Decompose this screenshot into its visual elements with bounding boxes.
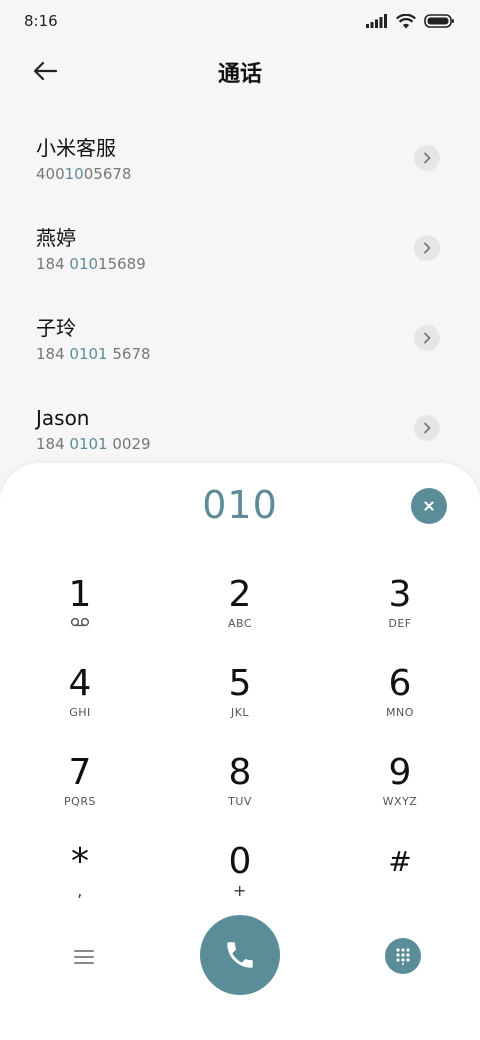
status-time: 8:16: [24, 12, 58, 30]
dialpad-icon: [396, 948, 410, 965]
key-4[interactable]: 4 GHI: [20, 662, 140, 742]
key-digit: 5: [228, 663, 252, 704]
dial-input[interactable]: 010: [0, 483, 480, 527]
key-letters: ,: [77, 881, 83, 900]
key-letters: WXYZ: [382, 795, 418, 808]
number-suffix: 0029: [107, 435, 151, 453]
contact-item[interactable]: Jason 184 0101 0029: [0, 384, 480, 474]
number-match: 10: [64, 165, 84, 183]
chevron-right-icon: [424, 242, 431, 254]
contact-number: 184 0101 5678: [36, 344, 444, 364]
key-6[interactable]: 6 MNO: [340, 662, 460, 742]
key-letters: JKL: [230, 706, 250, 719]
number-prefix: 184: [36, 345, 70, 363]
key-digit: 9: [388, 752, 412, 793]
contact-item[interactable]: 小米客服 4001005678: [0, 114, 480, 204]
key-digit: *: [71, 841, 89, 882]
number-prefix: 184: [36, 255, 70, 273]
chevron-right-icon: [424, 422, 431, 434]
voicemail-icon: [70, 617, 90, 627]
contact-number: 184 0101 0029: [36, 434, 444, 454]
key-digit: 7: [68, 752, 92, 793]
key-letters: PQRS: [64, 795, 96, 808]
number-suffix: 05678: [83, 165, 132, 183]
menu-button[interactable]: [66, 939, 102, 975]
key-letters: GHI: [69, 706, 91, 719]
contact-detail-button[interactable]: [414, 415, 440, 441]
contact-item[interactable]: 燕婷 184 01015689: [0, 204, 480, 294]
contact-detail-button[interactable]: [414, 325, 440, 351]
chevron-right-icon: [424, 152, 431, 164]
signal-icon: [366, 14, 387, 28]
number-match: 0101: [69, 435, 108, 453]
contact-number: 184 01015689: [36, 254, 444, 274]
status-icons: [366, 13, 454, 29]
contact-number: 4001005678: [36, 164, 444, 184]
key-letters: [20, 617, 140, 631]
key-9[interactable]: 9 WXYZ: [340, 751, 460, 831]
key-letters: DEF: [388, 617, 412, 630]
close-icon: [424, 501, 434, 511]
number-match: 0101: [69, 345, 108, 363]
dial-panel: 010 1 2 ABC 3 DEF 4 GHI 5 JKL 6 MNO 7 PQ…: [0, 463, 480, 1040]
contact-name: 小米客服: [36, 136, 116, 160]
key-letters: TUV: [228, 795, 252, 808]
key-digit: 2: [228, 574, 252, 615]
bottom-action-bar: [0, 915, 480, 1005]
number-prefix: 184: [36, 435, 70, 453]
menu-icon: [74, 950, 94, 964]
contact-detail-button[interactable]: [414, 235, 440, 261]
header: 通话: [0, 46, 480, 94]
key-digit: #: [388, 845, 412, 878]
contact-name: Jason: [36, 406, 90, 430]
wifi-icon: [396, 13, 416, 28]
number-suffix: 15689: [98, 255, 146, 273]
page-title: 通话: [217, 62, 262, 87]
number-suffix: 5678: [107, 345, 151, 363]
contact-name: 子玲: [36, 316, 76, 340]
key-digit: 3: [388, 574, 412, 615]
key-letters: +: [233, 881, 247, 900]
key-1[interactable]: 1: [20, 573, 140, 653]
key-hash[interactable]: #: [340, 840, 460, 920]
key-letters: MNO: [386, 706, 414, 719]
key-5[interactable]: 5 JKL: [180, 662, 300, 742]
dialpad-toggle-button[interactable]: [385, 938, 421, 974]
key-2[interactable]: 2 ABC: [180, 573, 300, 653]
key-0[interactable]: 0 +: [180, 840, 300, 920]
chevron-right-icon: [424, 332, 431, 344]
key-8[interactable]: 8 TUV: [180, 751, 300, 831]
key-digit: 0: [228, 841, 252, 882]
key-digit: 6: [388, 663, 412, 704]
key-star[interactable]: * ,: [20, 840, 140, 920]
status-bar: 8:16: [0, 0, 480, 42]
contact-detail-button[interactable]: [414, 145, 440, 171]
call-button[interactable]: [200, 915, 280, 995]
phone-icon: [227, 942, 253, 968]
contact-name: 燕婷: [36, 226, 76, 250]
battery-icon: [424, 14, 454, 28]
key-digit: 4: [68, 663, 92, 704]
key-digit: 1: [68, 574, 92, 615]
contact-list: 小米客服 4001005678 燕婷 184 01015689 子玲 184 0…: [0, 114, 480, 474]
number-match: 010: [69, 255, 99, 273]
key-7[interactable]: 7 PQRS: [20, 751, 140, 831]
number-prefix: 400: [36, 165, 65, 183]
key-3[interactable]: 3 DEF: [340, 573, 460, 653]
contact-item[interactable]: 子玲 184 0101 5678: [0, 294, 480, 384]
key-digit: 8: [228, 752, 252, 793]
key-letters: ABC: [227, 617, 253, 630]
clear-button[interactable]: [411, 488, 447, 524]
